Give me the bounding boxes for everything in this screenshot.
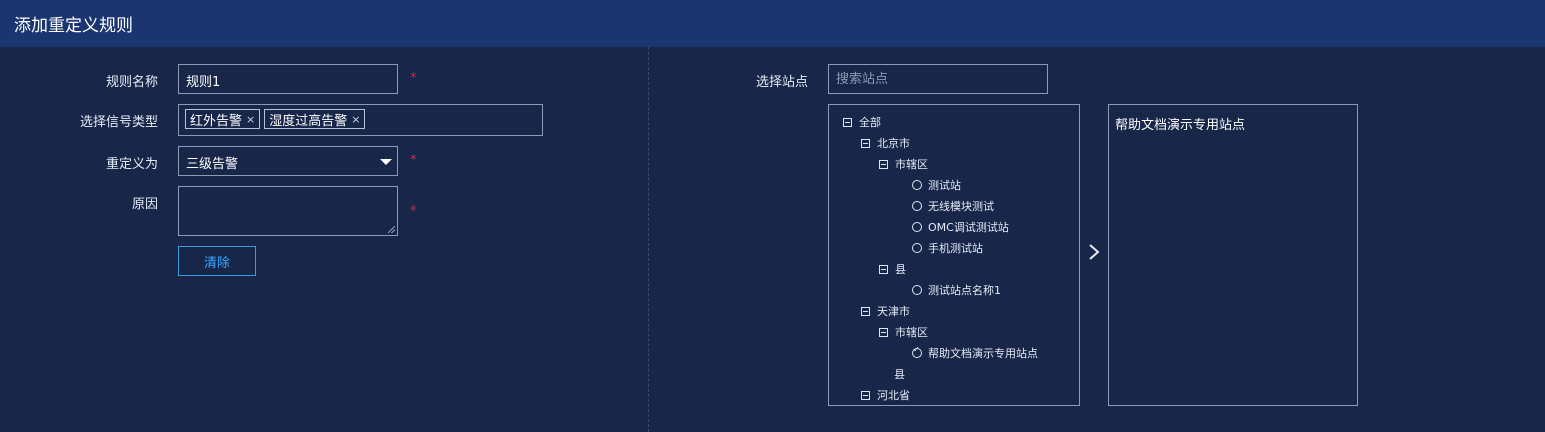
column-divider <box>648 47 649 432</box>
tree-node-label: 无线模块测试 <box>928 200 994 213</box>
tree-node-station[interactable]: 测试站点名称1 <box>912 282 1001 298</box>
collapse-icon[interactable] <box>879 327 888 337</box>
redefine-as-select[interactable]: 三级告警 <box>178 146 398 176</box>
reason-label: 原因 <box>131 197 158 212</box>
station-tree: 全部 北京市 市辖区 测试站 无线模块测试 OMC调试测试站 手机测试站 县 测… <box>828 104 1080 406</box>
signal-tag-label: 红外告警 <box>190 113 243 129</box>
collapse-icon[interactable] <box>861 138 870 148</box>
collapse-icon[interactable] <box>879 264 888 274</box>
tree-node-label: 测试站点名称1 <box>928 284 1001 297</box>
tree-node-all[interactable]: 全部 <box>843 114 881 130</box>
signal-tag-label: 湿度过高告警 <box>269 113 348 129</box>
collapse-icon[interactable] <box>861 306 870 316</box>
station-search-input[interactable] <box>828 64 1048 94</box>
signal-type-label: 选择信号类型 <box>79 115 158 130</box>
tree-node-beijing-county[interactable]: 县 <box>879 261 906 277</box>
select-station-label: 选择站点 <box>755 75 808 90</box>
reason-required-mark: * <box>410 204 417 219</box>
resize-handle-icon[interactable] <box>388 226 395 233</box>
reason-textarea[interactable] <box>178 186 398 236</box>
tree-node-hebei[interactable]: 河北省 <box>861 387 910 403</box>
collapse-icon[interactable] <box>861 390 870 400</box>
signal-tag: 湿度过高告警 × <box>264 109 366 129</box>
rule-name-label: 规则名称 <box>105 75 158 90</box>
tree-node-label: 全部 <box>859 116 881 129</box>
rule-name-value: 规则1 <box>186 75 221 90</box>
radio-icon[interactable] <box>912 285 922 295</box>
tree-node-tianjin-county[interactable]: 县 <box>894 366 905 382</box>
tree-node-label: 天津市 <box>877 305 910 318</box>
tree-node-station[interactable]: 无线模块测试 <box>912 198 994 214</box>
redefine-as-label: 重定义为 <box>105 157 158 172</box>
tree-node-label: 北京市 <box>877 137 910 150</box>
tree-node-station[interactable]: 手机测试站 <box>912 240 983 256</box>
radio-icon[interactable] <box>912 243 922 253</box>
checked-radio-icon[interactable] <box>912 345 922 358</box>
tree-node-label: 市辖区 <box>895 158 928 171</box>
tree-node-label: 县 <box>895 263 906 276</box>
dialog-header: 添加重定义规则 <box>0 0 1545 47</box>
clear-button[interactable]: 清除 <box>178 246 256 276</box>
tree-node-label: 市辖区 <box>895 326 928 339</box>
collapse-icon[interactable] <box>843 117 852 127</box>
chevron-down-icon <box>380 159 392 165</box>
tree-node-label: 手机测试站 <box>928 242 983 255</box>
remove-tag-icon[interactable]: × <box>246 113 255 126</box>
tree-node-label: 测试站 <box>928 179 961 192</box>
tree-node-beijing[interactable]: 北京市 <box>861 135 910 151</box>
tree-node-station-selected[interactable]: 帮助文档演示专用站点 <box>912 345 1038 361</box>
dialog-title: 添加重定义规则 <box>14 16 133 36</box>
tree-node-label: 县 <box>894 368 905 381</box>
tree-node-tianjin-district[interactable]: 市辖区 <box>879 324 928 340</box>
chevron-right-icon <box>1089 244 1100 260</box>
signal-tag: 红外告警 × <box>185 109 261 129</box>
rule-name-input[interactable]: 规则1 <box>178 64 398 94</box>
radio-icon[interactable] <box>912 201 922 211</box>
selected-stations-list: 帮助文档演示专用站点 <box>1108 104 1358 406</box>
tree-node-label: 河北省 <box>877 389 910 402</box>
selected-station-item[interactable]: 帮助文档演示专用站点 <box>1115 114 1245 133</box>
tree-node-station[interactable]: 测试站 <box>912 177 961 193</box>
tree-node-station[interactable]: OMC调试测试站 <box>912 219 1009 235</box>
rule-name-required-mark: * <box>410 71 417 86</box>
signal-type-multiselect[interactable]: 红外告警 × 湿度过高告警 × <box>178 104 543 136</box>
radio-icon[interactable] <box>912 222 922 232</box>
tree-node-label: OMC调试测试站 <box>928 221 1009 234</box>
collapse-icon[interactable] <box>879 159 888 169</box>
tree-node-beijing-district[interactable]: 市辖区 <box>879 156 928 172</box>
redefine-as-value: 三级告警 <box>186 157 239 172</box>
move-right-button[interactable] <box>1086 240 1102 264</box>
radio-icon[interactable] <box>912 180 922 190</box>
tree-node-tianjin[interactable]: 天津市 <box>861 303 910 319</box>
remove-tag-icon[interactable]: × <box>351 113 360 126</box>
tree-node-label: 帮助文档演示专用站点 <box>928 347 1038 360</box>
redefine-as-required-mark: * <box>410 153 417 168</box>
